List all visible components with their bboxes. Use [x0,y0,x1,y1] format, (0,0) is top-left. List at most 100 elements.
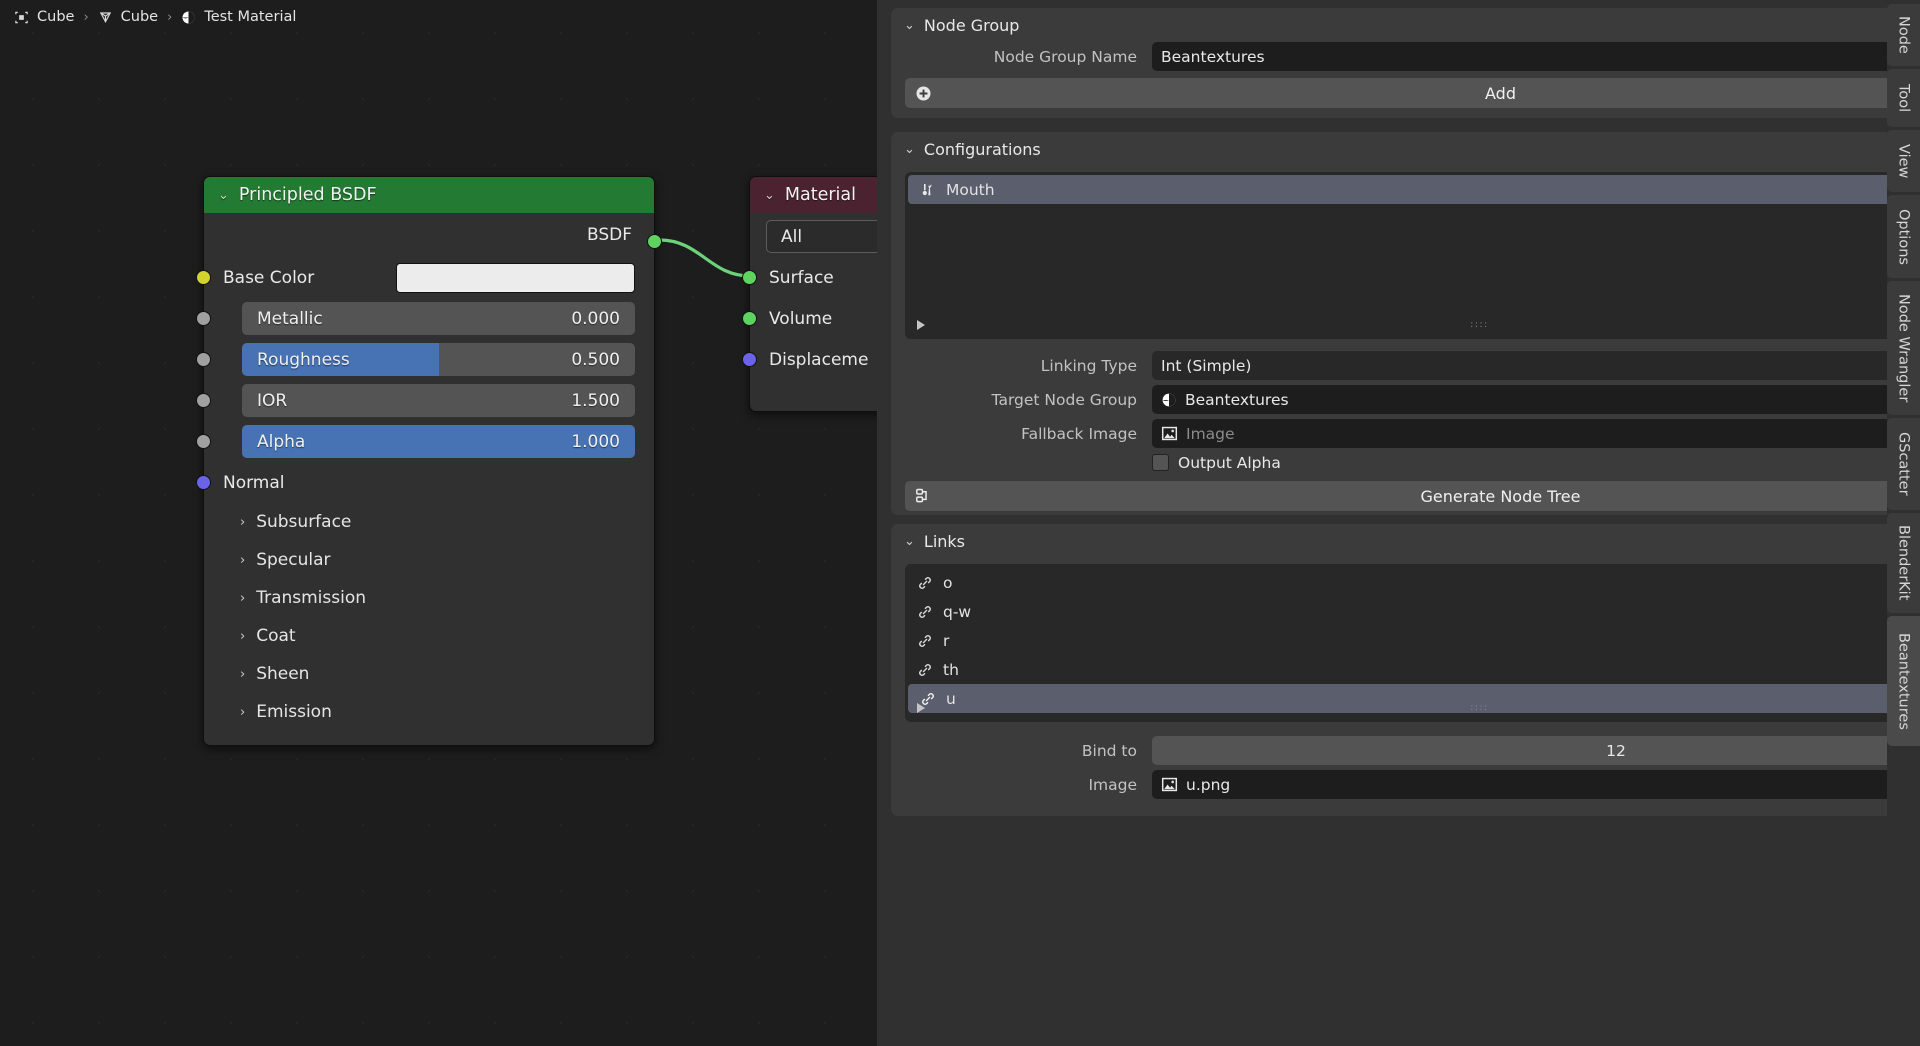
label-bind-to: Bind to [905,742,1152,760]
list-item-label: q-w [943,603,971,621]
slider-label-roughness: Roughness [242,350,350,370]
node-input-alpha: Alpha 1.000 [204,421,654,462]
checkbox-output-alpha[interactable] [1152,454,1169,471]
breadcrumb-label-object: Cube [37,9,74,25]
chevron-down-icon[interactable]: ⌄ [904,18,915,33]
row-fallback-image: Fallback Image Image [905,419,1920,448]
generate-node-tree-button[interactable]: Generate Node Tree [905,481,1920,511]
chevron-down-icon[interactable]: ⌄ [764,188,775,203]
socket-base-color[interactable] [196,270,211,285]
label-displacement: Displaceme [769,350,868,370]
tab-node-wrangler[interactable]: Node Wrangler [1887,281,1920,415]
node-panel-sheen[interactable]: › Sheen [204,655,654,693]
chevron-down-icon[interactable]: ⌄ [904,534,915,549]
node-panel-subsurface[interactable]: › Subsurface [204,503,654,541]
socket-alpha[interactable] [196,434,211,449]
row-output-alpha: Output Alpha • [905,453,1920,472]
node-panel-label-transmission: Transmission [256,588,366,608]
input-node-group-name[interactable]: Beantextures [1152,42,1920,71]
slider-label-ior: IOR [242,391,287,411]
socket-normal[interactable] [196,475,211,490]
input-link-image[interactable]: u.png ✕ [1152,770,1920,799]
slider-ior[interactable]: IOR 1.500 [242,384,635,417]
node-input-roughness: Roughness 0.500 [204,339,654,380]
chevron-down-icon[interactable]: ⌄ [904,142,915,157]
label-volume: Volume [769,309,832,329]
label-link-image: Image [905,776,1152,794]
chevron-down-icon[interactable]: ⌄ [218,188,229,203]
links-list[interactable]: o q-w r [905,564,1920,722]
node-panel-label-subsurface: Subsurface [256,512,351,532]
plus-circle-icon [915,85,932,102]
link-icon [917,575,933,591]
socket-displacement[interactable] [742,352,757,367]
node-panel-emission[interactable]: › Emission [204,693,654,731]
node-header-principled[interactable]: ⌄ Principled BSDF [204,177,654,213]
node-panel-transmission[interactable]: › Transmission [204,579,654,617]
node-input-normal: Normal [204,462,654,503]
list-item[interactable]: o [905,568,1920,597]
socket-roughness[interactable] [196,352,211,367]
object-icon [14,10,29,25]
chevron-right-icon: › [240,591,245,606]
input-bind-to[interactable]: 12 [1152,736,1920,765]
socket-volume[interactable] [742,311,757,326]
panel-configurations-title: Configurations [924,140,1041,159]
row-node-group-name: Node Group Name Beantextures [905,42,1920,71]
tab-blenderkit[interactable]: BlenderKit [1887,513,1920,613]
links-list-wrap: o q-w r [905,558,1920,722]
slider-metallic[interactable]: Metallic 0.000 [242,302,635,335]
socket-metallic[interactable] [196,311,211,326]
breadcrumb-item-mesh[interactable]: Cube [98,9,158,25]
slider-alpha[interactable]: Alpha 1.000 [242,425,635,458]
list-item[interactable]: q-w [905,597,1920,626]
panel-links-header[interactable]: ⌄ Links [891,524,1920,558]
links-list-footer[interactable]: :::: [905,696,1920,720]
input-fallback-image[interactable]: Image [1152,419,1920,448]
value-link-image: u.png [1186,776,1230,794]
panel-configurations-header[interactable]: ⌄ Configurations :::: [891,132,1920,166]
tab-view[interactable]: View [1887,130,1920,192]
tab-tool[interactable]: Tool [1887,69,1920,127]
breadcrumb-item-material[interactable]: Test Material [181,9,296,25]
tab-node[interactable]: Node [1887,4,1920,66]
list-item[interactable]: th [905,655,1920,684]
node-panel-specular[interactable]: › Specular [204,541,654,579]
list-item-label: th [943,661,959,679]
tab-beantextures[interactable]: Beantextures [1887,616,1920,746]
panel-node-group-header[interactable]: ⌄ Node Group :::: [891,8,1920,42]
chevron-right-icon: › [240,553,245,568]
tab-gscatter[interactable]: GScatter [1887,418,1920,510]
dropdown-linking-type[interactable]: Int (Simple) ⌄ [1152,351,1920,380]
input-target-node-group[interactable]: Beantextures ✕ [1152,385,1920,414]
socket-ior[interactable] [196,393,211,408]
configurations-list-footer[interactable]: :::: [905,313,1920,337]
slider-label-alpha: Alpha [242,432,305,452]
node-output-label-bsdf: BSDF [587,225,632,245]
socket-bsdf-output[interactable] [647,234,662,249]
slider-value-metallic: 0.000 [571,309,635,329]
mesh-data-icon [98,10,113,25]
node-principled-bsdf[interactable]: ⌄ Principled BSDF BSDF Base Color [203,176,655,746]
panel-node-group-title: Node Group [924,16,1020,35]
add-node-group-button[interactable]: Add [905,78,1920,108]
expand-triangle-icon[interactable] [917,703,925,713]
nodetree-icon [1161,392,1177,408]
node-panel-coat[interactable]: › Coat [204,617,654,655]
add-node-group-label: Add [1485,84,1516,103]
base-color-swatch[interactable] [396,263,635,293]
configurations-list[interactable]: Mouth :::: [905,172,1920,339]
list-resize-grip-icon[interactable]: :::: [1470,705,1489,711]
list-resize-grip-icon[interactable]: :::: [1470,322,1489,328]
socket-surface[interactable] [742,270,757,285]
node-editor-canvas[interactable]: Cube › Cube › Test Material [0,0,877,1046]
slider-roughness[interactable]: Roughness 0.500 [242,343,635,376]
tab-options[interactable]: Options [1887,195,1920,278]
label-surface: Surface [769,268,834,288]
checkbox-output-alpha-group[interactable]: Output Alpha [1152,454,1920,472]
label-normal: Normal [223,473,285,493]
expand-triangle-icon[interactable] [917,320,925,330]
list-item[interactable]: Mouth [908,175,1920,204]
list-item[interactable]: r [905,626,1920,655]
breadcrumb-item-object[interactable]: Cube [14,9,74,25]
